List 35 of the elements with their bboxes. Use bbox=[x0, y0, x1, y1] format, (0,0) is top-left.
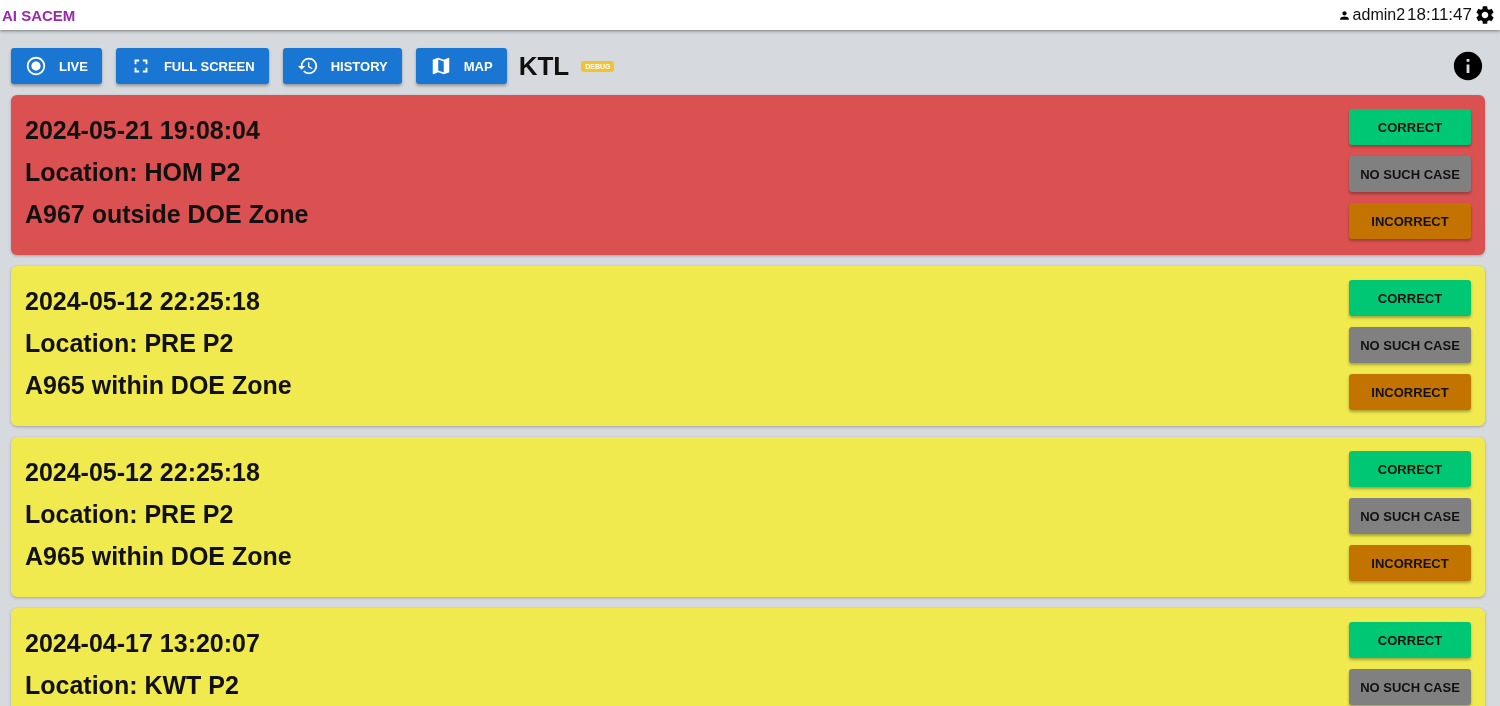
toolbar-button[interactable]: HISTORY bbox=[282, 48, 402, 84]
settings-icon[interactable] bbox=[1474, 4, 1496, 26]
feedback-button[interactable]: NO SUCH CASE bbox=[1349, 669, 1471, 705]
alert-timestamp: 2024-05-21 19:08:04 bbox=[25, 115, 261, 146]
alert-text: A965 within DOE Zone bbox=[25, 541, 292, 572]
feedback-button[interactable]: CORRECT bbox=[1349, 109, 1471, 145]
alert-timestamp: 2024-04-17 13:20:07 bbox=[25, 628, 260, 659]
alert-timestamp: 2024-05-12 22:25:18 bbox=[25, 457, 261, 488]
clock-time: 18:11:47 bbox=[1407, 5, 1472, 25]
alert-text: Location: KWT P2 bbox=[25, 670, 240, 701]
feedback-button[interactable]: CORRECT bbox=[1349, 622, 1471, 658]
alert-text: A965 within DOE Zone bbox=[25, 370, 292, 401]
alert-text: Location: HOM P2 bbox=[25, 157, 242, 188]
info-icon[interactable] bbox=[1451, 49, 1485, 83]
toolbar-button[interactable]: LIVE bbox=[11, 48, 102, 84]
alert-text: Location: PRE P2 bbox=[25, 328, 235, 359]
alert-timestamp: 2024-05-12 22:25:18 bbox=[25, 286, 261, 317]
toolbar-button[interactable]: MAP bbox=[415, 48, 507, 84]
history-icon bbox=[296, 55, 319, 77]
feedback-button[interactable]: INCORRECT bbox=[1349, 374, 1471, 410]
station-code: KTL bbox=[518, 50, 570, 82]
feedback-button[interactable]: INCORRECT bbox=[1349, 545, 1471, 581]
user-icon bbox=[1337, 8, 1351, 22]
feedback-button[interactable]: CORRECT bbox=[1349, 280, 1471, 316]
feedback-button[interactable]: NO SUCH CASE bbox=[1349, 327, 1471, 363]
record-icon bbox=[25, 55, 47, 77]
toolbar-button[interactable]: FULL SCREEN bbox=[115, 48, 269, 84]
username: admin2 bbox=[1352, 6, 1406, 24]
feedback-button[interactable]: NO SUCH CASE bbox=[1349, 156, 1471, 192]
app-title: AI SACEM bbox=[2, 6, 76, 24]
feedback-button[interactable]: NO SUCH CASE bbox=[1349, 498, 1471, 534]
feedback-button[interactable]: INCORRECT bbox=[1349, 203, 1471, 239]
alert-text: Location: PRE P2 bbox=[25, 499, 235, 530]
feedback-button[interactable]: CORRECT bbox=[1349, 451, 1471, 487]
alert-text: A967 outside DOE Zone bbox=[25, 199, 309, 230]
